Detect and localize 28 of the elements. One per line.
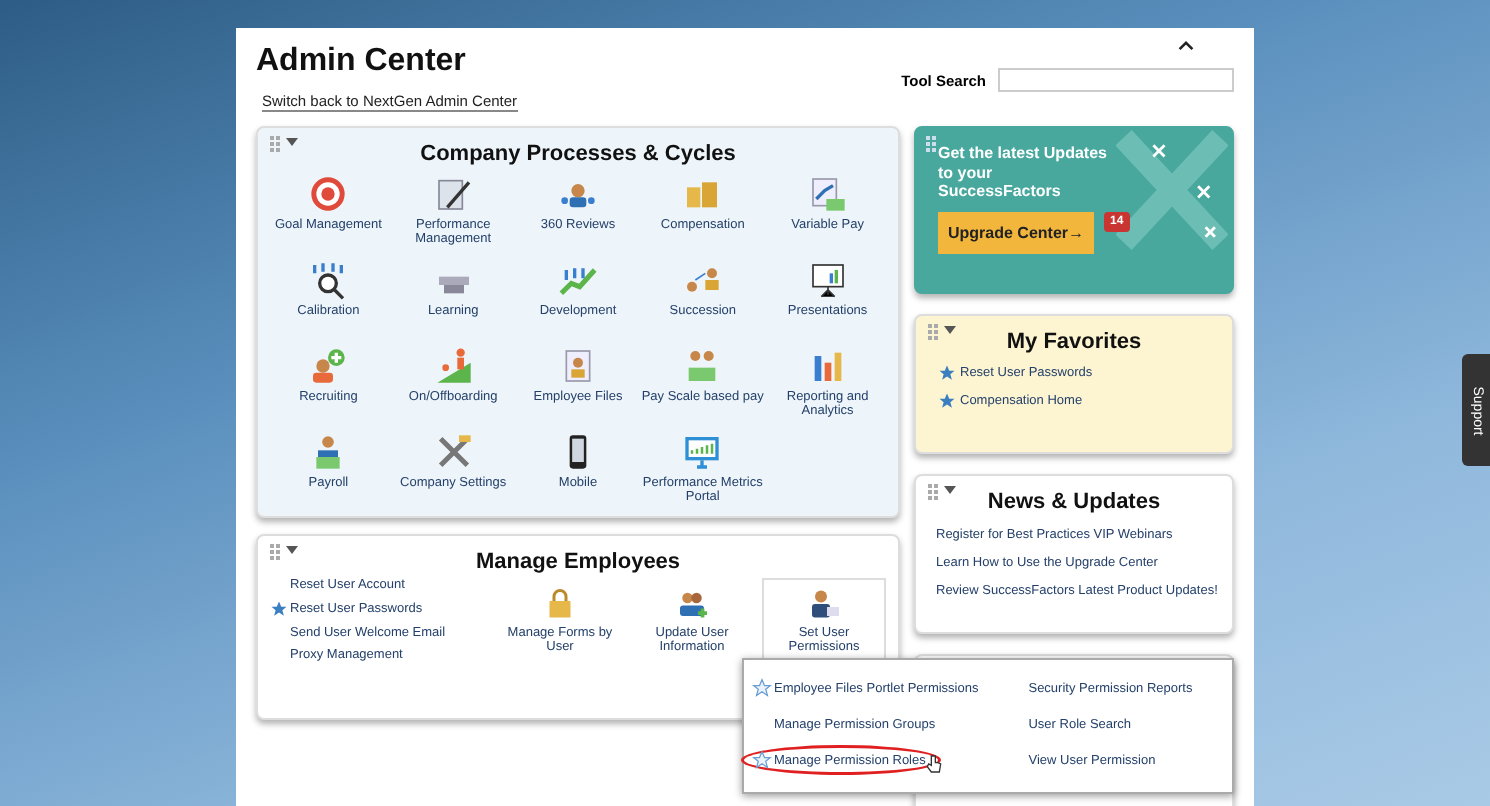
star-icon[interactable] — [270, 600, 288, 618]
card-title: Manage Employees — [475, 548, 681, 574]
page-title: Admin Center — [256, 44, 468, 80]
drag-handle-icon[interactable] — [270, 136, 298, 152]
person-laptop-icon — [806, 586, 842, 622]
document-pen-icon[interactable] — [433, 174, 474, 214]
upgrade-center-button[interactable]: Upgrade Center→ — [938, 211, 1095, 254]
card-title: News & Updates — [987, 488, 1161, 514]
star-outline-icon[interactable] — [752, 750, 772, 770]
drag-handle-icon[interactable] — [928, 324, 956, 340]
card-title: My Favorites — [1006, 328, 1142, 354]
hand-cursor-icon — [925, 754, 942, 774]
drag-handle-icon[interactable] — [270, 544, 298, 560]
magnifier-people-icon[interactable] — [308, 260, 349, 300]
chart-money-icon[interactable] — [807, 174, 848, 214]
card-title: Company Processes & Cycles — [420, 140, 736, 166]
star-icon[interactable] — [938, 364, 956, 382]
people-plus-icon[interactable] — [308, 346, 349, 386]
tool-search-field[interactable] — [998, 68, 1234, 92]
star-outline-icon[interactable] — [752, 678, 772, 698]
star-icon[interactable] — [938, 392, 956, 410]
monitor-chart-icon[interactable] — [682, 432, 723, 472]
drag-handle-icon[interactable] — [928, 484, 956, 500]
target-icon[interactable] — [308, 174, 349, 214]
upgrade-text: Get the latest Updates to your SuccessFactors — [938, 144, 1109, 202]
drag-handle-icon[interactable] — [926, 136, 936, 152]
collapse-icon[interactable] — [1178, 40, 1194, 52]
presentation-board-icon[interactable] — [807, 260, 848, 300]
